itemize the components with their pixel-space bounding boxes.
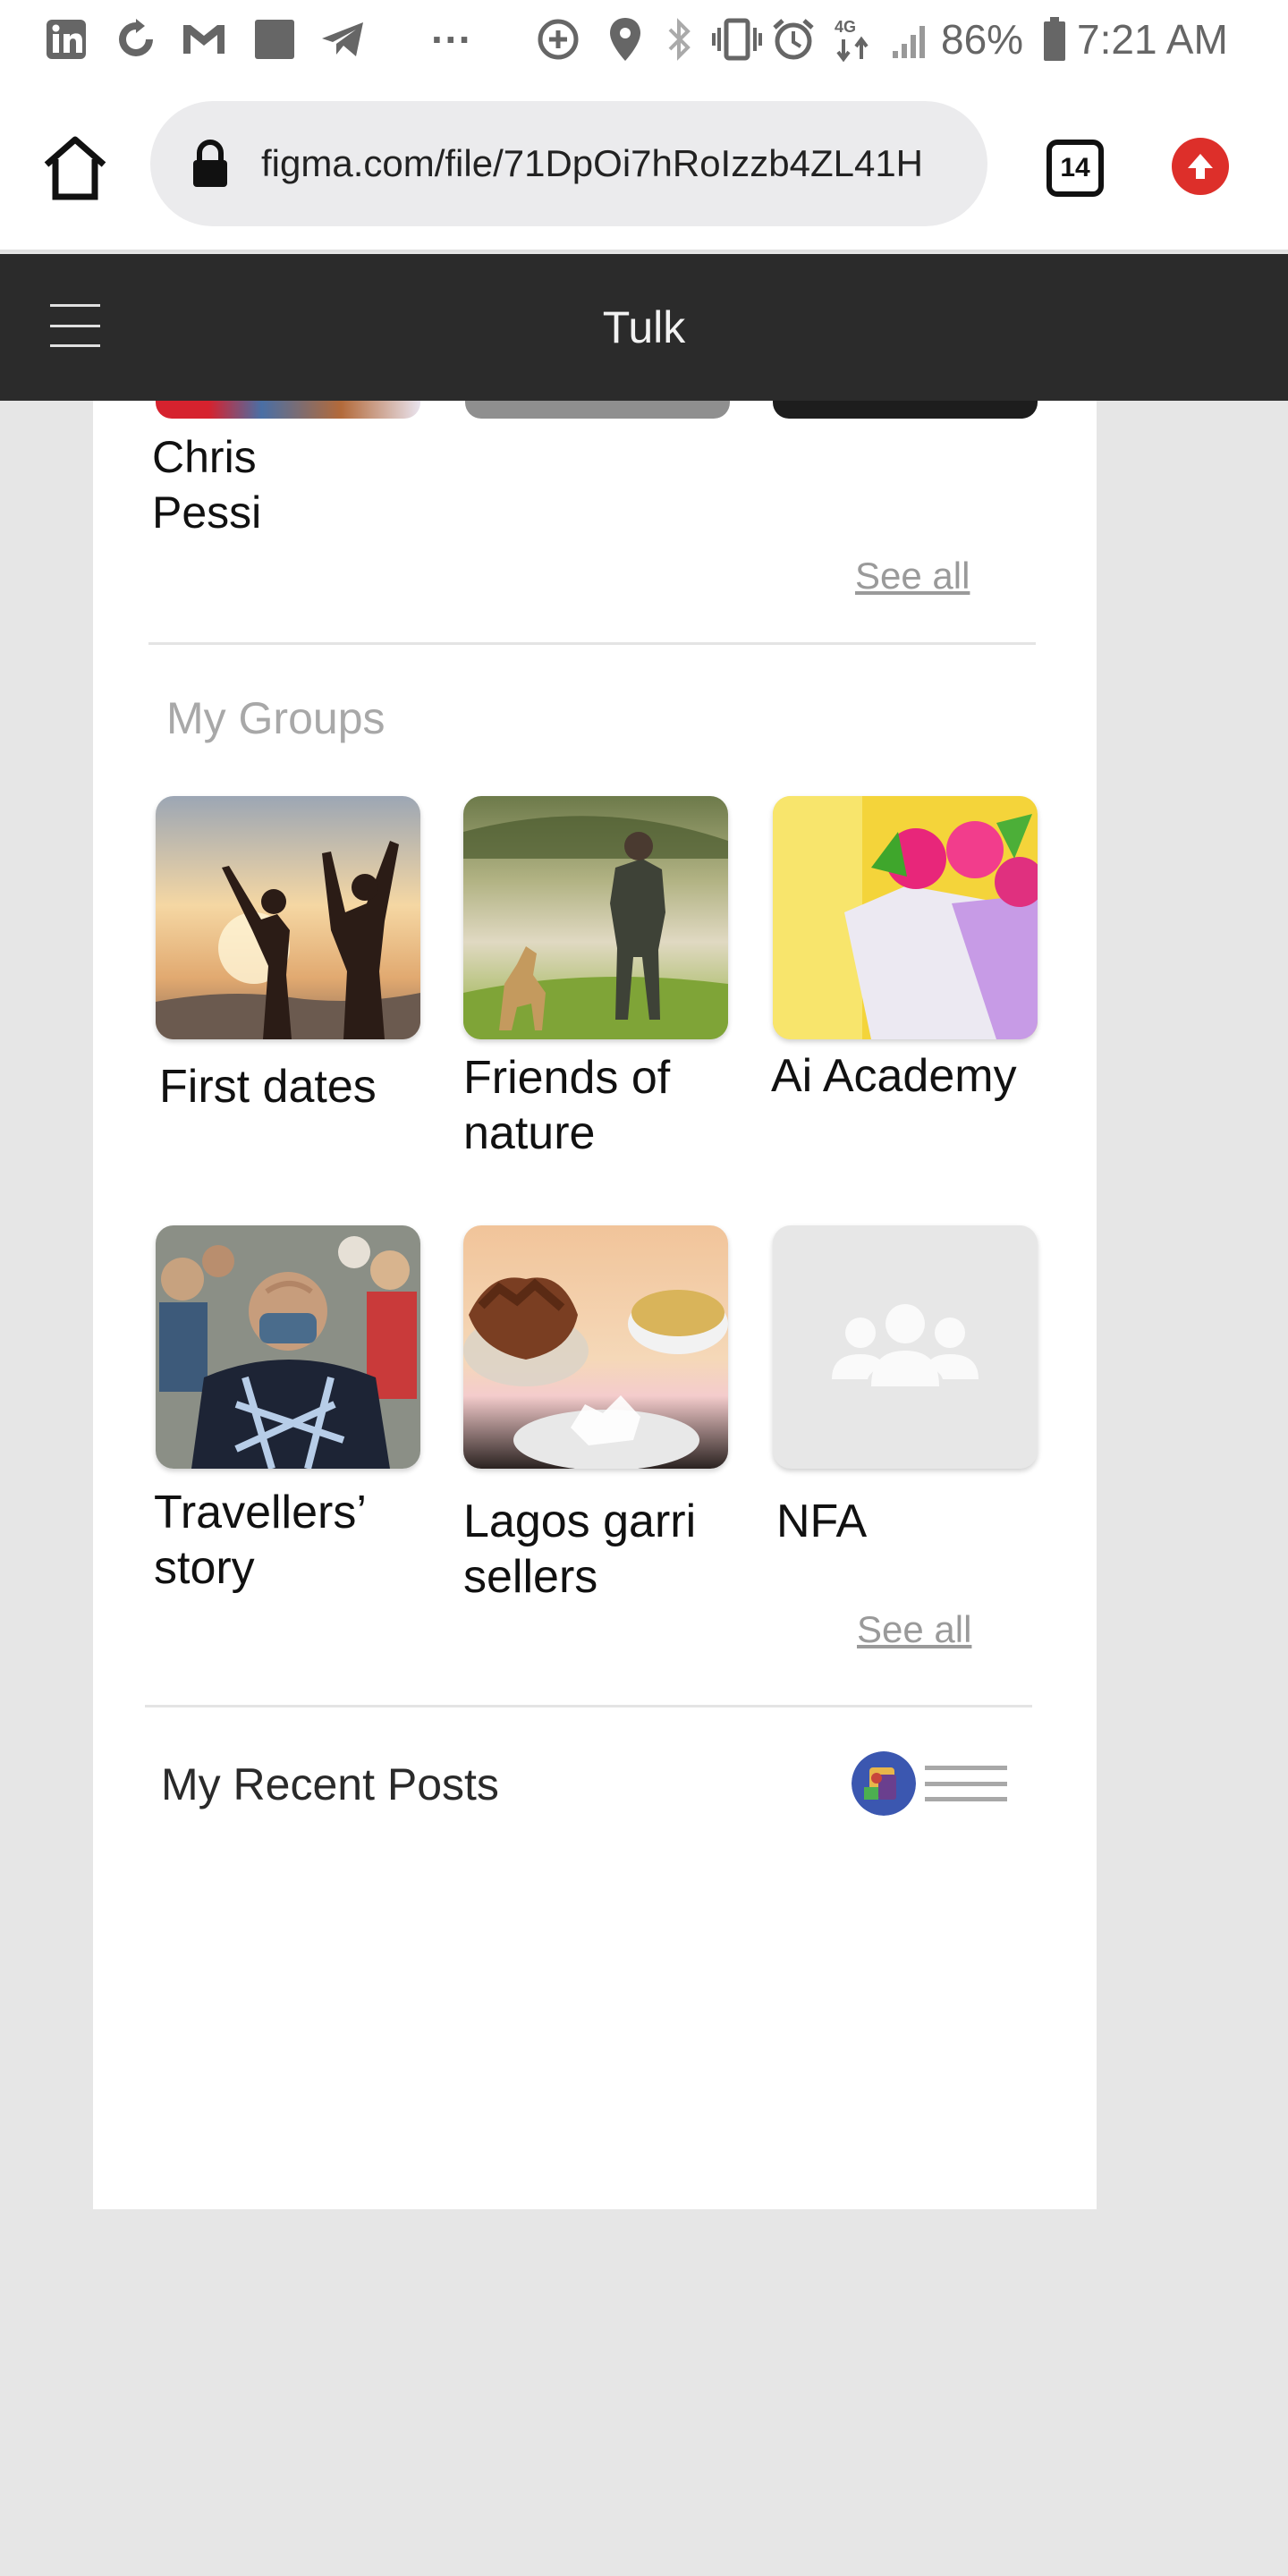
divider — [145, 1705, 1032, 1707]
tab-switcher-button[interactable]: 14 — [1046, 140, 1104, 197]
data-saver-icon — [533, 16, 583, 63]
telegram-icon — [318, 16, 369, 63]
friend-thumbnail[interactable] — [773, 401, 1038, 419]
divider — [148, 642, 1036, 645]
linkedin-icon — [43, 16, 89, 63]
people-group-icon — [832, 1304, 979, 1386]
group-label[interactable]: First dates — [159, 1059, 377, 1114]
avatar[interactable] — [852, 1751, 916, 1816]
lock-icon — [193, 140, 227, 187]
friends-see-all-link[interactable]: See all — [855, 553, 970, 599]
group-label[interactable]: Friends of nature — [463, 1050, 670, 1161]
group-image — [156, 796, 420, 1039]
signal-icon — [889, 16, 934, 63]
status-bar: ··· 4G 86% 7:21 AM — [0, 0, 1288, 79]
battery-icon — [1041, 16, 1068, 63]
group-label[interactable]: Ai Academy — [771, 1048, 1017, 1104]
group-card[interactable] — [156, 1225, 424, 1469]
group-card[interactable] — [463, 796, 732, 1039]
friend-thumbnail[interactable] — [465, 401, 730, 419]
group-card[interactable] — [773, 1225, 1041, 1469]
my-recent-posts-title: My Recent Posts — [161, 1759, 499, 1809]
gmail-icon — [179, 16, 229, 63]
location-icon — [605, 16, 646, 63]
square-icon — [252, 16, 297, 63]
update-icon — [1188, 154, 1213, 179]
group-card[interactable] — [156, 796, 424, 1039]
home-button[interactable] — [39, 132, 111, 204]
overflow-indicator: ··· — [431, 16, 472, 63]
friends-row — [93, 401, 1097, 419]
app-title: Tulk — [602, 302, 686, 352]
clock: 7:21 AM — [1077, 16, 1228, 63]
svg-text:4G: 4G — [835, 18, 856, 36]
my-groups-title: My Groups — [166, 693, 386, 743]
friend-name[interactable]: Chris Pessi — [152, 429, 261, 540]
group-label[interactable]: Lagos garri sellers — [463, 1494, 696, 1605]
friend-thumbnail[interactable] — [156, 401, 420, 419]
group-image — [463, 1225, 728, 1469]
network-icon: 4G — [832, 16, 877, 63]
sync-icon — [111, 16, 161, 63]
group-image — [156, 1225, 420, 1469]
group-label[interactable]: Travellers’ story — [154, 1485, 367, 1596]
group-image — [463, 796, 728, 1039]
group-card[interactable] — [773, 796, 1041, 1039]
group-image-placeholder — [773, 1225, 1038, 1469]
group-card[interactable] — [463, 1225, 732, 1469]
list-view-icon[interactable] — [925, 1766, 1007, 1801]
group-label[interactable]: NFA — [776, 1494, 867, 1549]
alarm-icon — [771, 16, 816, 63]
group-image — [773, 796, 1038, 1039]
address-bar[interactable]: figma.com/file/71DpOi7hRoIzzb4ZL41H — [150, 101, 987, 226]
groups-see-all-link[interactable]: See all — [857, 1606, 971, 1653]
bluetooth-icon — [664, 16, 696, 63]
profile-panel: Chris Pessi See all My Groups First date… — [93, 401, 1097, 2209]
app-header: Tulk — [0, 254, 1288, 401]
update-button[interactable] — [1172, 138, 1229, 195]
battery-percent: 86% — [941, 16, 1024, 63]
browser-toolbar: figma.com/file/71DpOi7hRoIzzb4ZL41H 14 — [0, 79, 1288, 252]
home-icon — [44, 136, 106, 200]
url-text: figma.com/file/71DpOi7hRoIzzb4ZL41H — [261, 142, 924, 184]
vibrate-icon — [712, 16, 762, 63]
